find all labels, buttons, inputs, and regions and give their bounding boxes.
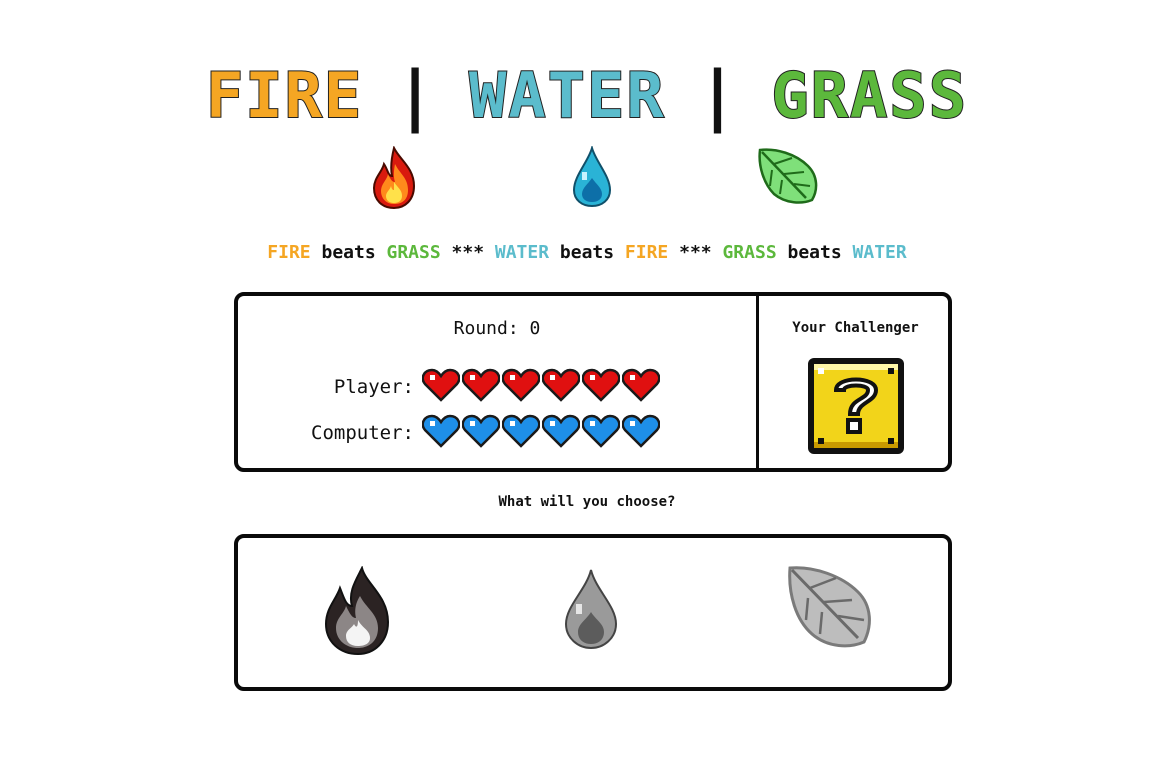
rules-text: *** [668, 242, 723, 263]
water-drop-icon [572, 146, 612, 208]
rules-text: *** [440, 242, 495, 263]
rules-text: beats [776, 242, 853, 263]
challenger-title: Your Challenger [792, 320, 919, 336]
rules-water: WATER [852, 242, 907, 263]
water-choice-icon[interactable] [564, 568, 618, 650]
title-separator: | [395, 56, 438, 134]
round-counter: Round: 0 [453, 318, 541, 339]
rules-text: beats [549, 242, 625, 263]
title-water: WATER [468, 58, 666, 133]
title-separator: | [697, 56, 740, 134]
rules-line: FIRE beats GRASS *** WATER beats FIRE **… [0, 242, 1174, 263]
player-heart-icon [422, 368, 460, 402]
leaf-icon [758, 148, 818, 204]
player-hearts [422, 368, 660, 402]
player-heart-icon [622, 368, 660, 402]
rules-fire: FIRE [624, 242, 669, 263]
computer-heart-icon [582, 414, 620, 448]
fire-icon [372, 146, 416, 210]
computer-heart-icon [502, 414, 540, 448]
player-heart-icon [502, 368, 540, 402]
rules-water: WATER [494, 242, 550, 263]
player-label: Player: [333, 376, 414, 398]
computer-heart-icon [462, 414, 500, 448]
computer-heart-icon [542, 414, 580, 448]
rules-fire: FIRE [267, 242, 311, 263]
player-heart-icon [462, 368, 500, 402]
computer-heart-icon [622, 414, 660, 448]
computer-hearts [422, 414, 660, 448]
player-heart-icon [582, 368, 620, 402]
element-icons-row [0, 146, 1174, 212]
title-fire: FIRE [205, 58, 364, 133]
title-grass: GRASS [770, 58, 969, 133]
rules-text: beats [310, 242, 387, 263]
grass-choice-icon[interactable] [786, 564, 876, 650]
rules-grass: GRASS [386, 242, 441, 263]
fire-choice-icon[interactable] [322, 566, 394, 658]
game-title: FIRE | WATER | GRASS [0, 57, 1174, 134]
scoreboard: Round: 0 Player: Computer: Your Challeng… [234, 292, 952, 472]
question-block-icon [808, 358, 904, 454]
computer-label: Computer: [311, 422, 414, 444]
computer-heart-icon [422, 414, 460, 448]
rules-grass: GRASS [722, 242, 777, 263]
choices-panel [234, 534, 952, 691]
choose-prompt: What will you choose? [498, 494, 676, 510]
player-heart-icon [542, 368, 580, 402]
